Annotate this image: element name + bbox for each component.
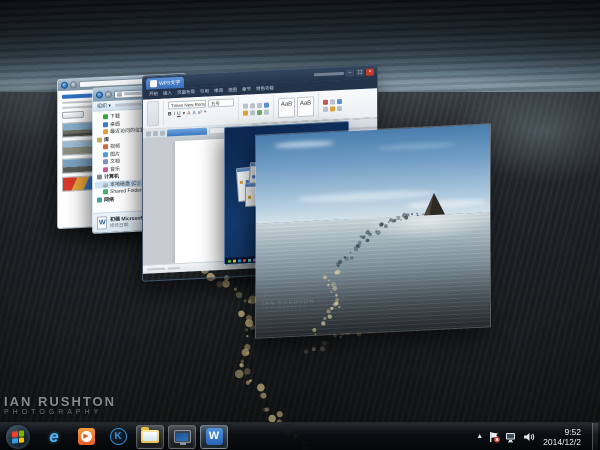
styles-gallery: AaB AaB bbox=[278, 93, 314, 120]
wps-menu-item: 视图 bbox=[228, 87, 237, 93]
taskbar-kugou-icon[interactable]: K bbox=[104, 425, 132, 449]
wps-menu-item: 特色功能 bbox=[256, 85, 274, 92]
font-name-combo: Times New Roman bbox=[168, 99, 206, 110]
nav-item-icon bbox=[103, 151, 108, 158]
undo-icon bbox=[153, 130, 158, 136]
flip3d-screen: IAN RUSHTON PHOTOGRAPHY 组织 ▾ 下载 桌面 最近访问的… bbox=[0, 0, 600, 450]
back-icon bbox=[61, 81, 68, 89]
forward-icon bbox=[105, 90, 112, 99]
start-button[interactable] bbox=[6, 424, 30, 449]
formatting-icons: B I U ▾ A Ax² ᴬ bbox=[168, 109, 207, 117]
font-group: Times New Roman 五号 B I U ▾ A Ax² ᴬ bbox=[168, 97, 234, 125]
nav-item-icon bbox=[103, 129, 108, 135]
paragraph-group bbox=[243, 96, 269, 122]
close-button: × bbox=[366, 68, 374, 76]
nav-item-icon bbox=[103, 159, 108, 165]
taskbar-ie-icon[interactable]: e bbox=[40, 425, 68, 449]
back-icon bbox=[96, 91, 103, 99]
forward-icon bbox=[70, 81, 77, 89]
action-center-flag-icon[interactable] bbox=[488, 431, 501, 443]
folder-icon bbox=[141, 427, 159, 443]
minimize-button: – bbox=[346, 69, 354, 77]
paste-button bbox=[147, 100, 159, 127]
nav-item-icon bbox=[97, 197, 102, 203]
maximize-button: ▢ bbox=[356, 68, 364, 77]
window-photo-viewer[interactable]: IAN RUSHTON PHOTOGRAPHY bbox=[255, 123, 491, 339]
wps-menu-item: 开始 bbox=[149, 90, 158, 97]
document-tab-active bbox=[167, 127, 207, 137]
network-icon[interactable] bbox=[505, 431, 518, 443]
monitor-icon bbox=[173, 430, 191, 445]
nav-item-icon bbox=[103, 114, 108, 120]
nav-item-icon bbox=[103, 144, 108, 150]
editing-group bbox=[323, 92, 342, 118]
show-desktop-button[interactable] bbox=[592, 422, 598, 450]
wps-menu-item: 页面布局 bbox=[177, 89, 195, 96]
taskbar-media-player-icon[interactable]: ▶ bbox=[72, 425, 100, 449]
system-tray: ▲ 9:52 2014/12/2 bbox=[476, 422, 600, 450]
wps-app-tab: W WPS文字 bbox=[146, 76, 185, 90]
nav-item-icon bbox=[103, 181, 108, 188]
wps-menu-item: 审阅 bbox=[214, 87, 223, 94]
taskbar-explorer-button[interactable] bbox=[136, 424, 164, 449]
wps-menu-item: 章节 bbox=[242, 86, 251, 92]
wps-menu-item: 引用 bbox=[200, 88, 209, 94]
drive-icon bbox=[117, 91, 122, 97]
nav-item-icon bbox=[103, 189, 108, 195]
organize-menu: 组织 ▾ bbox=[97, 102, 111, 110]
wps-icon: W bbox=[205, 428, 223, 445]
wps-title-text-skeleton bbox=[314, 71, 344, 77]
taskbar-wps-button[interactable]: W bbox=[200, 424, 228, 449]
word-document-icon bbox=[97, 216, 107, 230]
flip3d-stack: 组织 ▾ 下载 桌面 最近访问的位置 库 视频 图片 文档 音乐 计算机 本地磁… bbox=[0, 0, 600, 450]
font-size-combo: 五号 bbox=[208, 98, 234, 108]
hidden-icons-chevron[interactable]: ▲ bbox=[476, 433, 483, 440]
nav-item-icon bbox=[103, 121, 108, 128]
wps-menu-item: 插入 bbox=[163, 90, 172, 96]
page-button-skeleton bbox=[62, 110, 84, 119]
tray-clock[interactable]: 9:52 2014/12/2 bbox=[540, 427, 587, 447]
taskbar: e ▶ K W ▲ 9:52 2014/12/2 bbox=[0, 422, 600, 450]
taskbar-remote-desktop-button[interactable] bbox=[168, 424, 196, 449]
nav-item-icon bbox=[97, 174, 102, 180]
wps-logo-icon: W bbox=[150, 80, 157, 88]
windows-flag-icon bbox=[12, 429, 24, 444]
nav-item-icon bbox=[97, 137, 102, 143]
save-icon bbox=[146, 130, 151, 137]
redo-icon bbox=[160, 130, 165, 136]
nav-item-icon bbox=[103, 166, 108, 173]
volume-icon[interactable] bbox=[523, 431, 535, 443]
